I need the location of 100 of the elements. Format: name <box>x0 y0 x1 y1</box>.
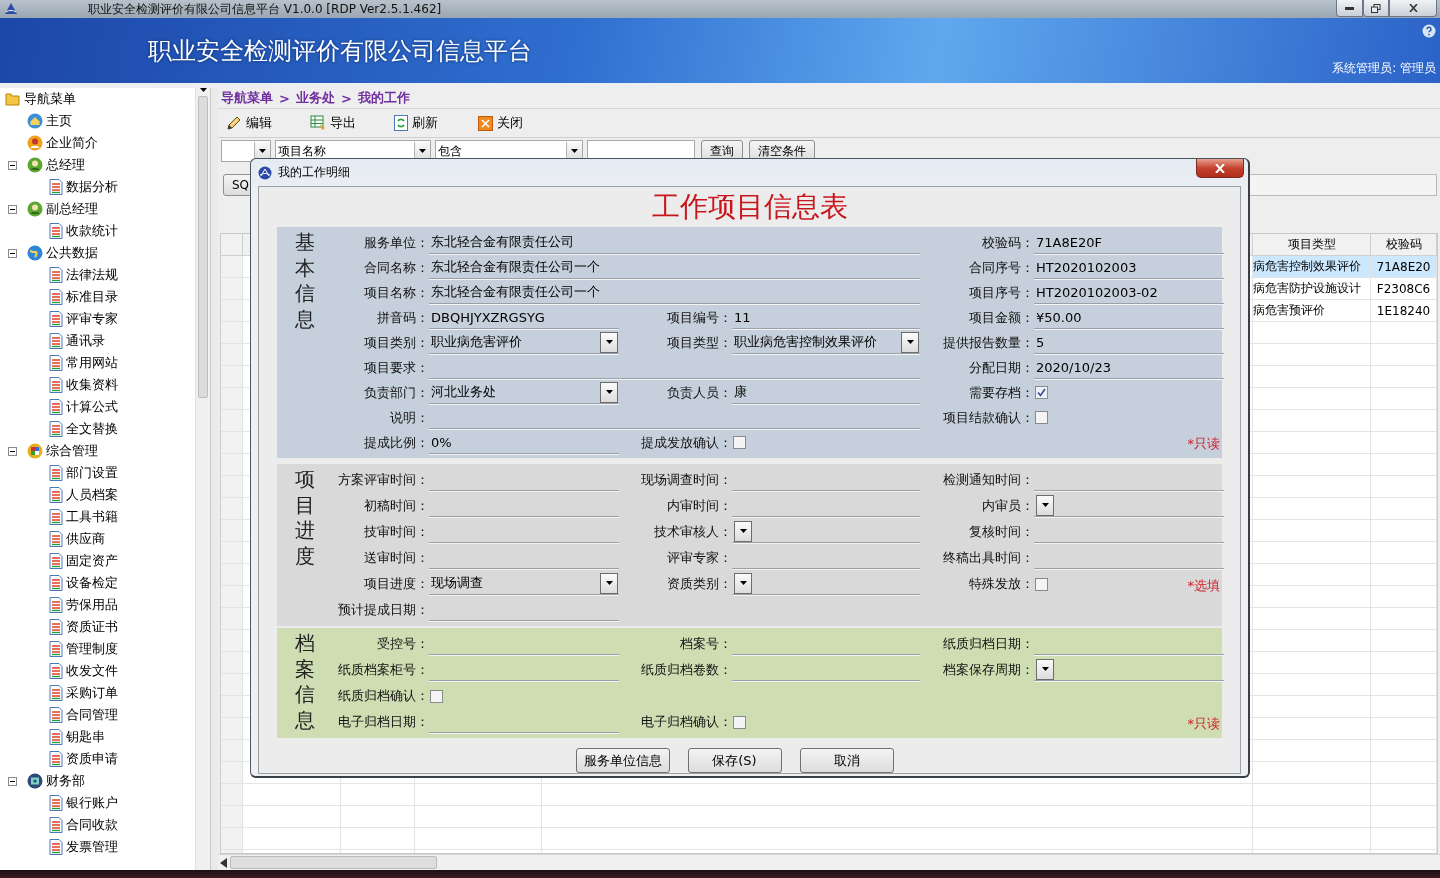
tree-item[interactable]: 计算公式 <box>66 398 118 416</box>
checkbox[interactable] <box>1035 411 1048 424</box>
tree-item[interactable]: 设备检定 <box>66 574 118 592</box>
tree-item[interactable]: 钥匙串 <box>66 728 105 746</box>
text-field[interactable]: 11 <box>732 306 920 329</box>
row-header[interactable] <box>221 432 243 454</box>
close-button[interactable] <box>1196 159 1244 178</box>
checkbox[interactable] <box>733 436 746 449</box>
tree-item[interactable]: 供应商 <box>66 530 105 548</box>
dropdown-field[interactable]: 现场调查 <box>429 572 619 595</box>
row-header[interactable] <box>221 278 243 300</box>
dropdown-field[interactable]: 河北业务处 <box>429 381 619 404</box>
row-header[interactable] <box>221 388 243 410</box>
tree-item[interactable]: 导航菜单 <box>24 90 76 108</box>
help-icon[interactable] <box>1422 24 1436 38</box>
toolbar-button[interactable]: 导出 <box>310 114 394 132</box>
checkbox[interactable] <box>1035 386 1048 399</box>
text-field[interactable]: HT2020102003 <box>1034 256 1224 279</box>
row-header[interactable] <box>221 718 243 740</box>
tree-item[interactable]: 法律法规 <box>66 266 118 284</box>
row-header[interactable] <box>221 322 243 344</box>
text-field[interactable]: 东北轻合金有限责任公司一个 <box>429 256 920 279</box>
row-header[interactable] <box>221 520 243 542</box>
row-header[interactable] <box>221 542 243 564</box>
text-field[interactable]: DBQHJYXZRGSYG <box>429 306 619 329</box>
scrollbar[interactable] <box>195 88 210 870</box>
dialog-button[interactable]: 服务单位信息 <box>575 748 670 773</box>
restore-button[interactable] <box>1363 0 1389 17</box>
tree-item[interactable]: 部门设置 <box>66 464 118 482</box>
collapse-icon[interactable] <box>8 248 17 258</box>
tree-item[interactable]: 收款统计 <box>66 222 118 240</box>
text-field[interactable]: 东北轻合金有限责任公司 <box>429 231 920 254</box>
dialog-button[interactable]: 取消 <box>799 748 894 773</box>
tree-item[interactable]: 收集资料 <box>66 376 118 394</box>
row-header[interactable] <box>221 476 243 498</box>
dropdown-field[interactable] <box>732 572 920 595</box>
row-header[interactable] <box>221 586 243 608</box>
toolbar-button[interactable]: 关闭 <box>478 114 562 132</box>
text-field[interactable]: 东北轻合金有限责任公司一个 <box>429 281 920 304</box>
text-field[interactable]: 71A8E20F <box>1034 231 1224 254</box>
row-header[interactable] <box>221 344 243 366</box>
row-header[interactable] <box>221 498 243 520</box>
tree-item[interactable]: 合同收款 <box>66 816 118 834</box>
tree-item[interactable]: 人员档案 <box>66 486 118 504</box>
row-header[interactable] <box>221 828 243 850</box>
tree-item[interactable]: 发票管理 <box>66 838 118 856</box>
breadcrumb-link[interactable]: 业务处 <box>295 89 335 107</box>
row-header[interactable] <box>221 740 243 762</box>
tree-item[interactable]: 采购订单 <box>66 684 118 702</box>
tree-item[interactable]: 通讯录 <box>66 332 105 350</box>
row-header[interactable] <box>221 784 243 806</box>
column-header[interactable]: 校验码 <box>1371 234 1437 256</box>
dropdown-field[interactable]: 职业病危害控制效果评价 <box>732 331 920 354</box>
toolbar-button[interactable]: 刷新 <box>394 114 478 132</box>
breadcrumb-link[interactable]: 我的工作 <box>357 89 410 107</box>
row-header[interactable] <box>221 366 243 388</box>
row-header[interactable] <box>221 410 243 432</box>
tree-item[interactable]: 评审专家 <box>66 310 118 328</box>
tree-item[interactable]: 工具书籍 <box>66 508 118 526</box>
tree-item[interactable]: 劳保用品 <box>66 596 118 614</box>
row-header[interactable] <box>221 762 243 784</box>
dropdown-field[interactable] <box>1034 658 1224 681</box>
tree-item[interactable]: 合同管理 <box>66 706 118 724</box>
row-header[interactable] <box>221 300 243 322</box>
tree-item[interactable]: 总经理 <box>46 156 85 174</box>
dropdown-field[interactable]: 职业病危害评价 <box>429 331 619 354</box>
text-field[interactable]: 5 <box>1034 331 1224 354</box>
tree-item[interactable]: 管理制度 <box>66 640 118 658</box>
close-button[interactable] <box>1389 0 1437 17</box>
text-field[interactable]: HT2020102003-02 <box>1034 281 1224 304</box>
left-arrow-icon[interactable] <box>220 857 228 868</box>
collapse-icon[interactable] <box>8 204 17 214</box>
text-field[interactable]: 0% <box>429 431 619 454</box>
tree-item[interactable]: 资质证书 <box>66 618 118 636</box>
row-header[interactable] <box>221 454 243 476</box>
row-header[interactable] <box>221 608 243 630</box>
tree-item[interactable]: 数据分析 <box>66 178 118 196</box>
collapse-icon[interactable] <box>8 160 17 170</box>
row-header[interactable] <box>221 806 243 828</box>
dropdown-field[interactable] <box>221 140 271 162</box>
breadcrumb-link[interactable]: 导航菜单 <box>221 89 273 107</box>
text-field[interactable]: 2020/10/23 <box>1034 356 1224 379</box>
scrollbar[interactable] <box>218 854 1440 870</box>
text-field[interactable]: ¥50.00 <box>1034 306 1224 329</box>
tree-item[interactable]: 企业简介 <box>46 134 98 152</box>
checkbox[interactable] <box>430 689 443 703</box>
collapse-icon[interactable] <box>8 446 17 456</box>
row-header[interactable] <box>221 256 243 278</box>
row-header[interactable] <box>221 564 243 586</box>
tree-item[interactable]: 标准目录 <box>66 288 118 306</box>
row-header[interactable] <box>221 696 243 718</box>
checkbox[interactable] <box>1035 577 1048 591</box>
toolbar-button[interactable]: 编辑 <box>226 114 310 132</box>
row-header[interactable] <box>221 630 243 652</box>
text-field[interactable]: 康 <box>732 381 920 404</box>
tree-item[interactable]: 固定资产 <box>66 552 118 570</box>
tree-item[interactable]: 综合管理 <box>46 442 98 460</box>
checkbox[interactable] <box>733 715 746 729</box>
dropdown-field[interactable] <box>1034 494 1224 517</box>
tree-item[interactable]: 公共数据 <box>46 244 98 262</box>
